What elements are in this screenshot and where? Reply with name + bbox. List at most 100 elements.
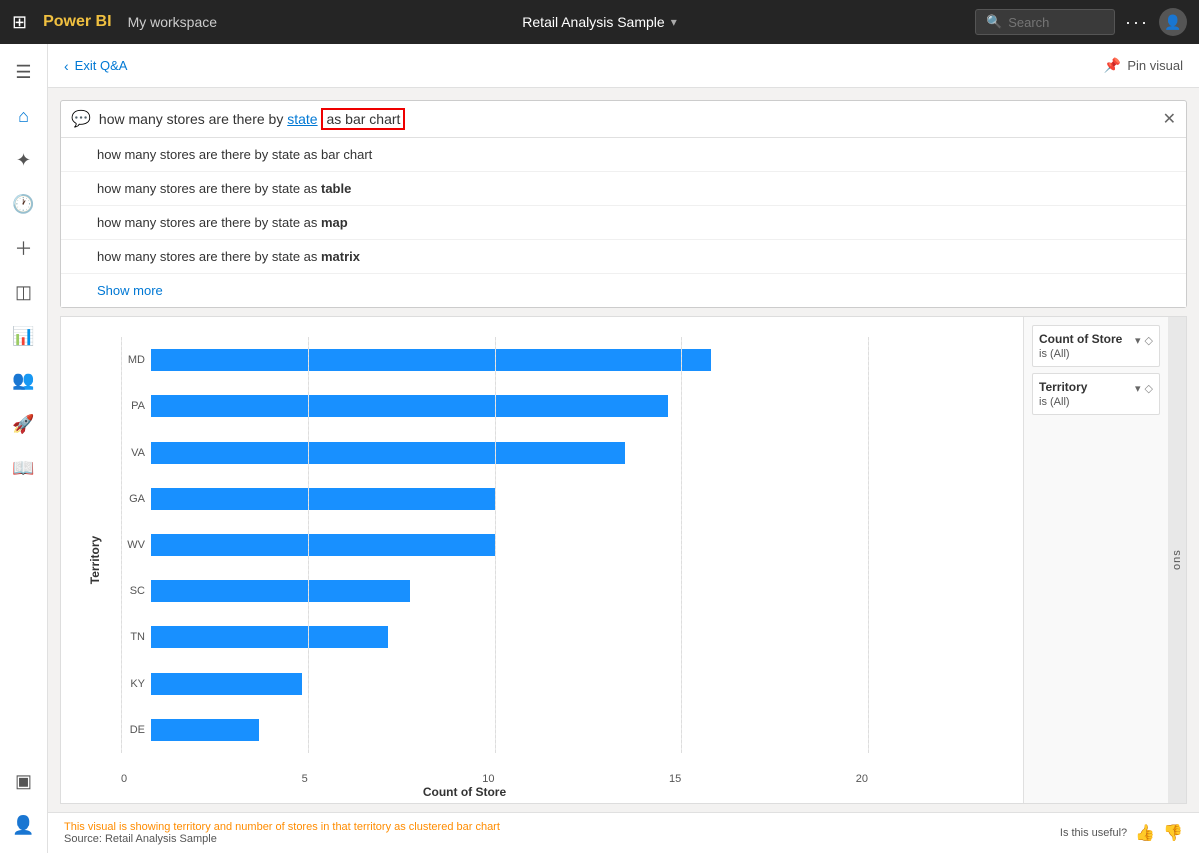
bar-fill[interactable] [151, 442, 625, 464]
sidebar-item-metrics[interactable]: 📊 [4, 316, 44, 356]
suggestion-item-2[interactable]: how many stores are there by state as ta… [61, 172, 1186, 206]
sidebar-item-recent[interactable]: 🕐 [4, 184, 44, 224]
suggestions-dropdown: how many stores are there by state as ba… [61, 137, 1186, 307]
footer-info: This visual is showing territory and num… [64, 821, 500, 845]
x-tick: 20 [856, 773, 868, 785]
bar-track [151, 534, 1013, 556]
footer-info-line1: This visual is showing territory and num… [64, 821, 500, 833]
sidebar-item-workspaces[interactable]: ▣ [4, 761, 44, 801]
app-logo: Power BI [43, 13, 111, 31]
title-chevron-icon[interactable]: ▾ [671, 15, 677, 29]
bar-fill[interactable] [151, 395, 668, 417]
suggestion-item-3[interactable]: how many stores are there by state as ma… [61, 206, 1186, 240]
more-options-button[interactable]: ··· [1125, 12, 1149, 33]
bar-row: TN [121, 623, 1013, 651]
x-tick: 10 [482, 773, 494, 785]
sidebar-item-profile[interactable]: 👤 [4, 805, 44, 845]
filter-group-territory-header: Territory ▾ ◇ [1039, 380, 1153, 396]
qa-state-word: state [287, 111, 317, 127]
bar-fill[interactable] [151, 626, 388, 648]
thumb-up-button[interactable]: 👍 [1135, 823, 1155, 843]
qa-input-text[interactable]: how many stores are there by state as ba… [99, 111, 1155, 127]
bar-fill[interactable] [151, 580, 410, 602]
bar-fill[interactable] [151, 719, 259, 741]
suggestion-item-1[interactable]: how many stores are there by state as ba… [61, 138, 1186, 172]
report-title: Retail Analysis Sample [522, 14, 664, 30]
sidebar-item-favorites[interactable]: ✦ [4, 140, 44, 180]
footer-right: Is this useful? 👍 👎 [1060, 823, 1183, 843]
sidebar-item-apps[interactable]: ◫ [4, 272, 44, 312]
bar-fill[interactable] [151, 349, 711, 371]
show-more-button[interactable]: Show more [61, 274, 1186, 307]
pin-visual-button[interactable]: 📌 Pin visual [1104, 57, 1183, 74]
bar-label: MD [121, 354, 145, 366]
nav-right: 🔍 ··· 👤 [975, 8, 1187, 36]
exit-qa-label: Exit Q&A [75, 58, 128, 73]
bar-label: GA [121, 493, 145, 505]
filter-count-value: is (All) [1039, 348, 1153, 360]
qa-bar: ‹ Exit Q&A 📌 Pin visual [48, 44, 1199, 88]
filter-count-clear-icon[interactable]: ◇ [1145, 334, 1153, 347]
sidebar-item-learn[interactable]: 🚀 [4, 404, 44, 444]
sidebar-item-browse[interactable]: 📖 [4, 448, 44, 488]
filter-territory-chevron-icon[interactable]: ▾ [1135, 382, 1141, 395]
filter-panel: Count of Store ▾ ◇ is (All) Territory ▾ … [1023, 317, 1168, 803]
qa-highlighted-text: as bar chart [321, 108, 405, 130]
bar-track [151, 349, 1013, 371]
suggestion-item-4[interactable]: how many stores are there by state as ma… [61, 240, 1186, 274]
filter-group-territory: Territory ▾ ◇ is (All) [1032, 373, 1160, 415]
x-axis: 0 5 10 15 20 [121, 773, 868, 785]
qa-clear-button[interactable]: ✕ [1163, 109, 1176, 129]
filter-territory-title: Territory [1039, 380, 1087, 394]
sidebar: ☰ ⌂ ✦ 🕐 ＋ ◫ 📊 👥 🚀 📖 ▣ 👤 [0, 44, 48, 853]
exit-qa-button[interactable]: ‹ Exit Q&A [64, 58, 127, 74]
workspace-label: My workspace [128, 14, 217, 30]
qa-prefix-text: how many stores are there by [99, 111, 287, 127]
chart-container: Territory MDPAVAGAWVSCTNKYDE 05101520 Co… [60, 316, 1187, 804]
footer: This visual is showing territory and num… [48, 812, 1199, 853]
x-tick: 0 [121, 773, 127, 785]
x-axis-label: Count of Store [61, 785, 868, 799]
bar-fill[interactable] [151, 673, 302, 695]
bar-track [151, 395, 1013, 417]
search-input[interactable] [1008, 15, 1098, 30]
bar-fill[interactable] [151, 534, 496, 556]
top-nav: ⊞ Power BI My workspace Retail Analysis … [0, 0, 1199, 44]
footer-info-line2: Source: Retail Analysis Sample [64, 833, 500, 845]
bar-fill[interactable] [151, 488, 496, 510]
qa-input-area: 💬 how many stores are there by state as … [60, 100, 1187, 308]
grid-icon[interactable]: ⊞ [12, 12, 27, 33]
filter-territory-value: is (All) [1039, 396, 1153, 408]
search-box[interactable]: 🔍 [975, 9, 1115, 35]
sidebar-item-menu[interactable]: ☰ [4, 52, 44, 92]
sidebar-item-create[interactable]: ＋ [4, 228, 44, 268]
x-tick: 5 [302, 773, 308, 785]
filter-territory-clear-icon[interactable]: ◇ [1145, 382, 1153, 395]
bar-row: SC [121, 577, 1013, 605]
nav-center: Retail Analysis Sample ▾ [522, 14, 676, 30]
bar-row: GA [121, 485, 1013, 513]
bar-track [151, 673, 1013, 695]
ons-strip: ons [1168, 317, 1186, 803]
bar-label: TN [121, 631, 145, 643]
bar-row: MD [121, 346, 1013, 374]
bars-wrapper: MDPAVAGAWVSCTNKYDE [121, 337, 1013, 753]
bar-row: WV [121, 531, 1013, 559]
pin-icon: 📌 [1104, 57, 1121, 74]
bar-label: DE [121, 724, 145, 736]
filter-count-chevron-icon[interactable]: ▾ [1135, 334, 1141, 347]
filter-count-title: Count of Store [1039, 332, 1122, 346]
main-content: 💬 how many stores are there by state as … [48, 88, 1199, 853]
search-icon: 🔍 [986, 14, 1002, 30]
bar-track [151, 719, 1013, 741]
filter-group-count: Count of Store ▾ ◇ is (All) [1032, 325, 1160, 367]
bar-row: DE [121, 716, 1013, 744]
sidebar-item-shared[interactable]: 👥 [4, 360, 44, 400]
qa-input-row: 💬 how many stores are there by state as … [61, 101, 1186, 137]
avatar[interactable]: 👤 [1159, 8, 1187, 36]
sidebar-item-home[interactable]: ⌂ [4, 96, 44, 136]
x-tick: 15 [669, 773, 681, 785]
pin-visual-label: Pin visual [1127, 58, 1183, 73]
bar-row: VA [121, 439, 1013, 467]
thumb-down-button[interactable]: 👎 [1163, 823, 1183, 843]
